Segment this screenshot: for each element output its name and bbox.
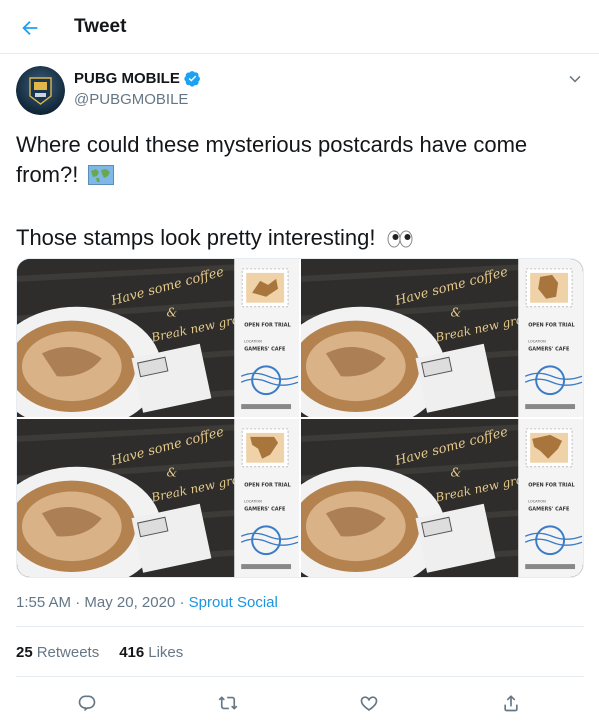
svg-text:OPEN FOR TRIAL: OPEN FOR TRIAL [528, 323, 575, 329]
svg-text:OPEN FOR TRIAL: OPEN FOR TRIAL [528, 483, 575, 489]
likes-label: Likes [148, 644, 184, 661]
meta-separator: · [179, 594, 185, 611]
divider [16, 626, 584, 627]
svg-text:GAMERS' CAFE: GAMERS' CAFE [528, 506, 570, 512]
retweets-label: Retweets [36, 644, 100, 661]
avatar[interactable] [16, 66, 65, 115]
media-grid: Have some coffee & Break new ground! OPE… [16, 258, 584, 578]
meta-separator: · [75, 594, 81, 611]
svg-text:LOCATION: LOCATION [528, 499, 546, 503]
reply-button[interactable] [72, 688, 102, 718]
postcard-image[interactable]: Have some coffee & Break new ground! OPE… [17, 259, 299, 417]
like-icon [360, 696, 378, 711]
arrow-left-icon [22, 20, 38, 36]
retweet-icon [218, 696, 238, 710]
retweets-stat[interactable]: 25 Retweets [16, 644, 99, 661]
retweets-count: 25 [16, 644, 33, 661]
tweet-meta: 1:55 AM · May 20, 2020 · Sprout Social [16, 594, 278, 611]
svg-text:LOCATION: LOCATION [244, 339, 262, 343]
likes-stat[interactable]: 416 Likes [119, 644, 183, 661]
tweet-date[interactable]: May 20, 2020 [84, 594, 175, 611]
svg-text:GAMERS' CAFE: GAMERS' CAFE [244, 346, 286, 352]
tweet-stats: 25 Retweets 416 Likes [16, 644, 183, 661]
reply-icon [78, 695, 96, 712]
tweet-actions [0, 688, 599, 718]
tweet-time[interactable]: 1:55 AM [16, 594, 71, 611]
tweet-source-link[interactable]: Sprout Social [189, 594, 278, 611]
retweet-button[interactable] [213, 688, 243, 718]
svg-text:GAMERS' CAFE: GAMERS' CAFE [244, 506, 286, 512]
svg-text:GAMERS' CAFE: GAMERS' CAFE [528, 346, 570, 352]
svg-text:OPEN FOR TRIAL: OPEN FOR TRIAL [244, 323, 291, 329]
svg-text:LOCATION: LOCATION [244, 499, 262, 503]
postcard-image[interactable]: Have some coffee & Break new ground! OPE… [17, 419, 299, 577]
eyes-emoji-icon [386, 226, 414, 256]
share-button[interactable] [496, 688, 526, 718]
divider [16, 676, 584, 677]
tweet-text: Where could these mysterious postcards h… [16, 130, 576, 256]
page-title: Tweet [74, 16, 127, 37]
back-button[interactable] [14, 12, 46, 44]
tweet-author: PUBG MOBILE @PUBGMOBILE [16, 66, 584, 116]
svg-text:OPEN FOR TRIAL: OPEN FOR TRIAL [244, 483, 291, 489]
svg-text:LOCATION: LOCATION [528, 339, 546, 343]
postcard-image[interactable]: Have some coffee & Break new ground! OPE… [301, 259, 583, 417]
svg-text:&: & [450, 306, 461, 320]
chevron-down-icon[interactable] [566, 70, 584, 88]
likes-count: 416 [119, 644, 145, 661]
tweet-text-line2: Those stamps look pretty interesting! [16, 225, 376, 250]
like-button[interactable] [354, 688, 384, 718]
svg-text:&: & [166, 466, 177, 480]
svg-text:&: & [450, 466, 461, 480]
postcard-image[interactable]: Have some coffee & Break new ground! OPE… [301, 419, 583, 577]
author-handle[interactable]: @PUBGMOBILE [74, 91, 188, 108]
tweet-header: Tweet [0, 0, 599, 54]
svg-text:&: & [166, 306, 177, 320]
share-icon [504, 695, 518, 712]
verified-badge-icon [184, 71, 200, 87]
world-map-emoji-icon [88, 163, 115, 193]
author-display-name[interactable]: PUBG MOBILE [74, 70, 180, 87]
